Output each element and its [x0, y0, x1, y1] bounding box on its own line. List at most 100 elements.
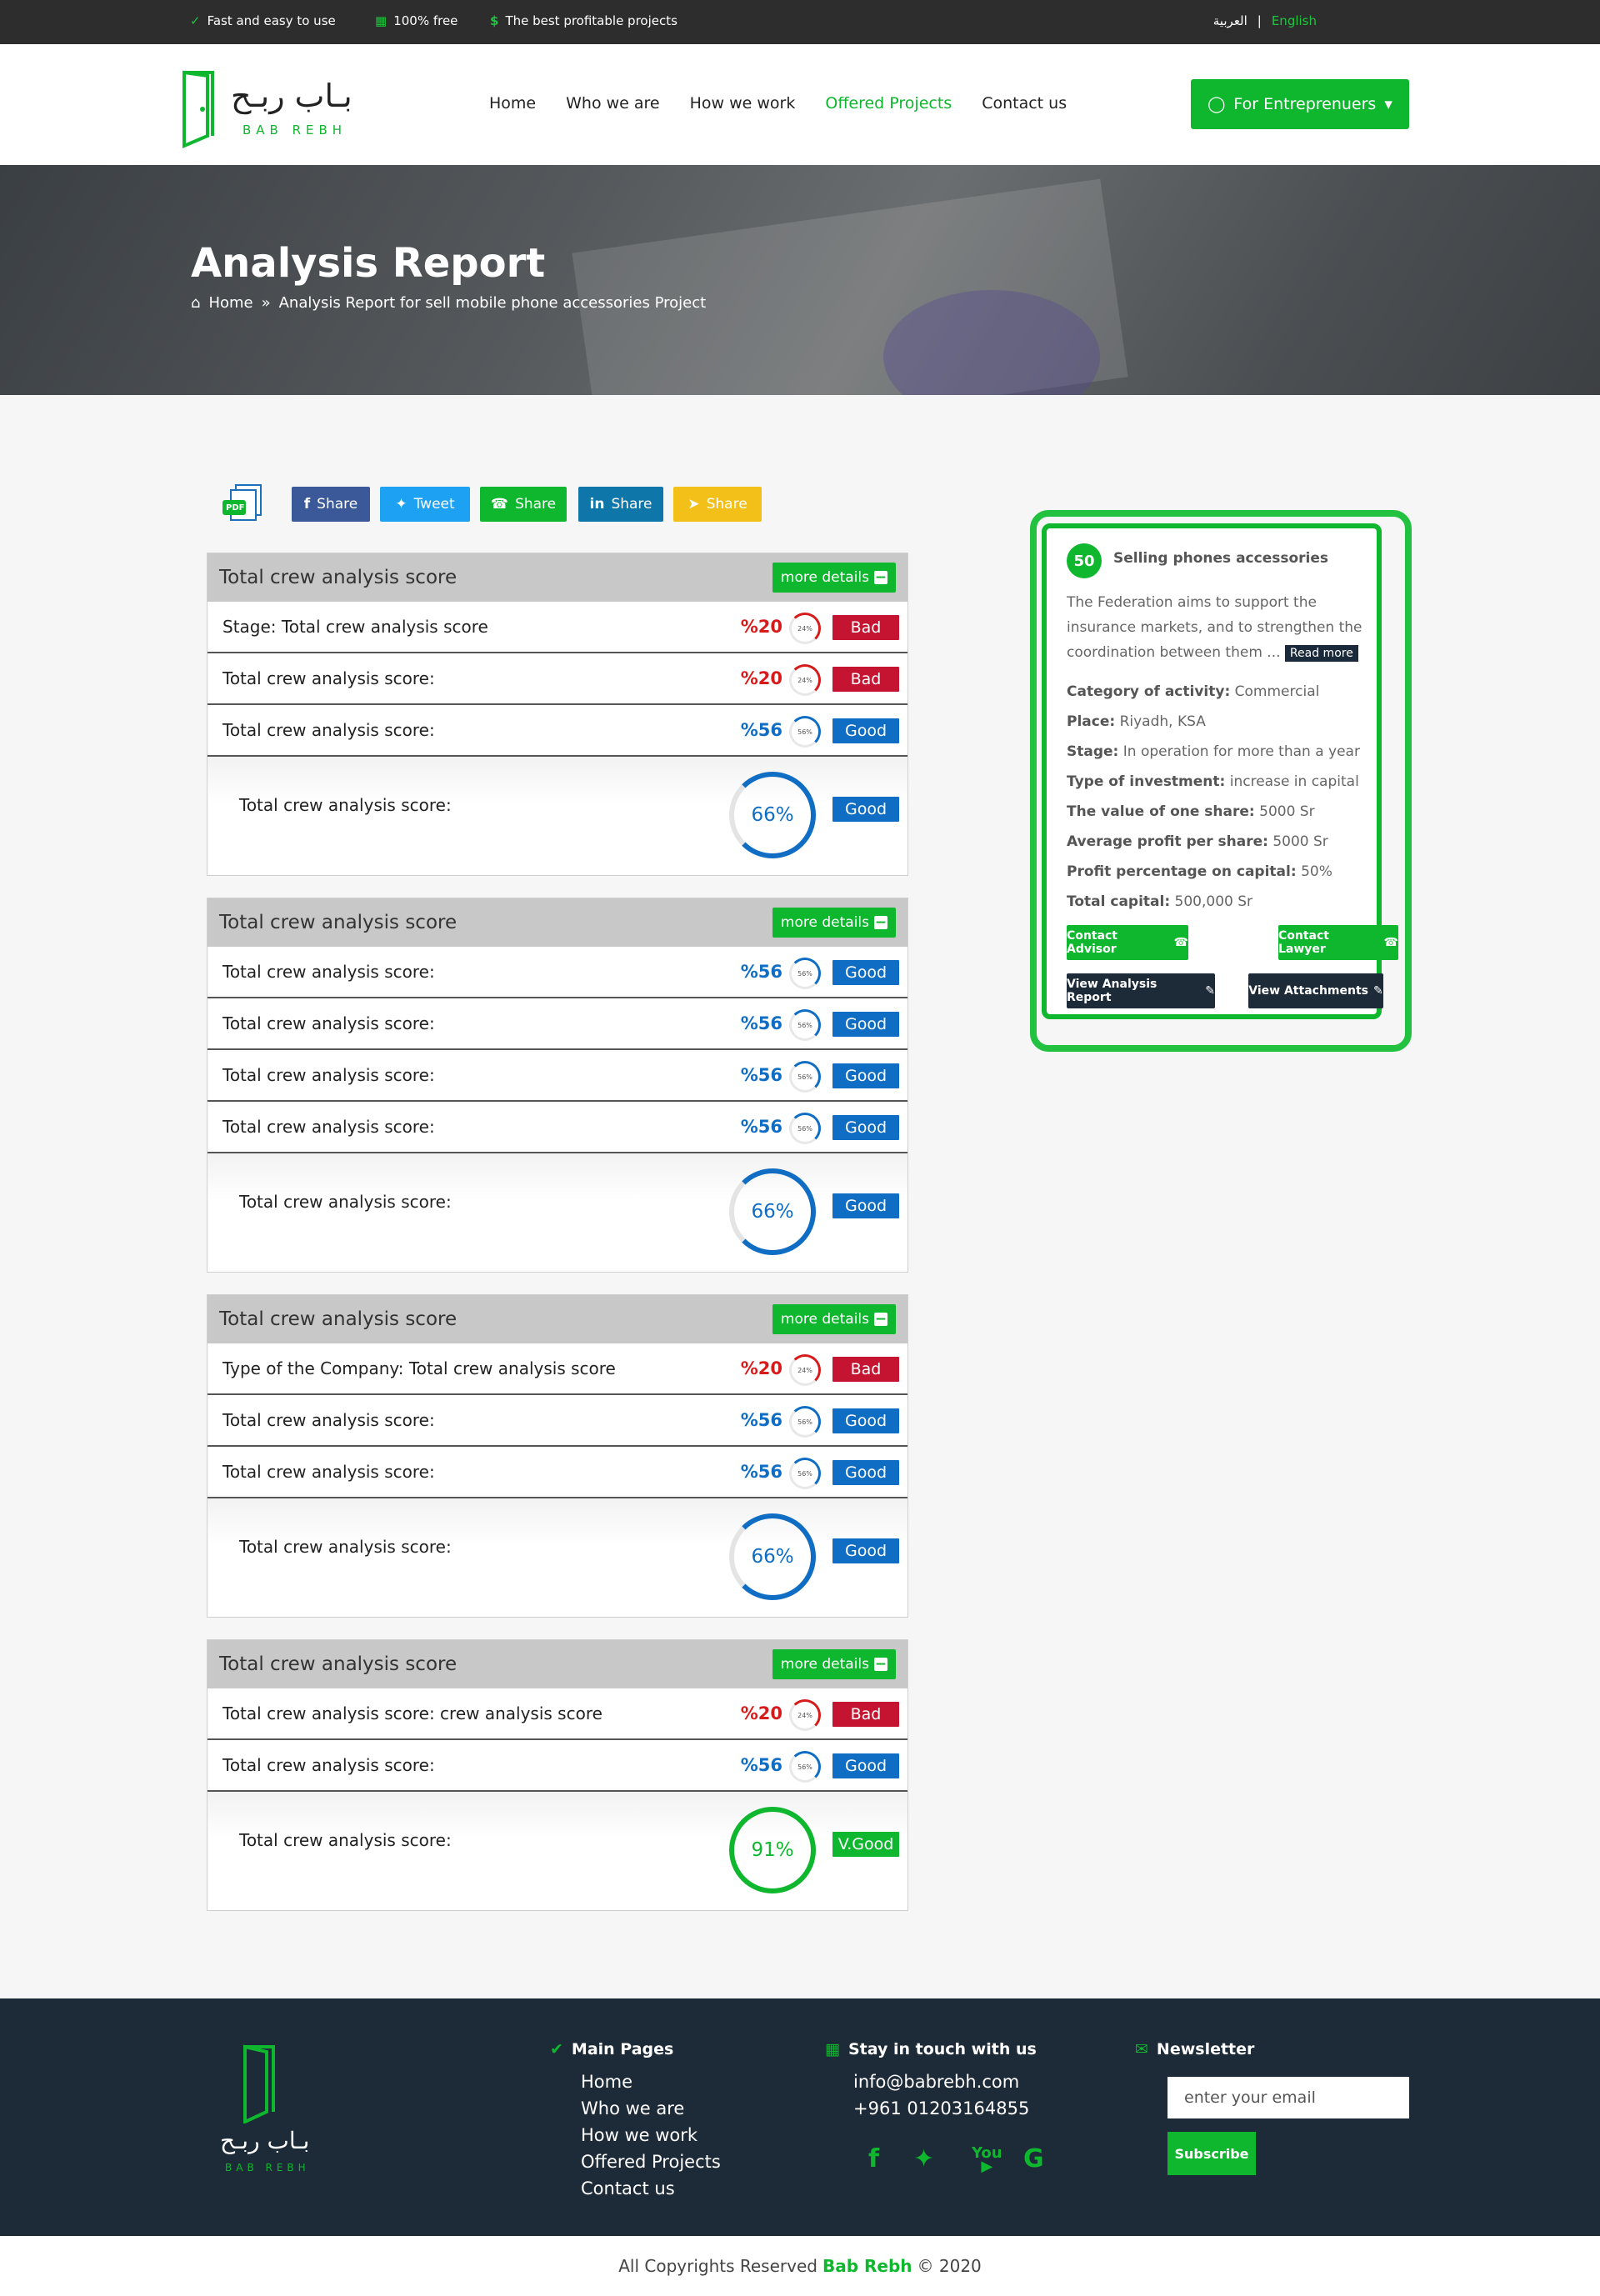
newsletter-email-input[interactable]: enter your email	[1168, 2077, 1409, 2118]
more-details-button[interactable]: more details −	[772, 563, 896, 593]
score-percent: %20	[740, 1358, 782, 1378]
nav-contact-us[interactable]: Contact us	[982, 94, 1067, 113]
feature-text: 100% free	[393, 13, 458, 28]
share-label: Tweet	[413, 496, 455, 513]
card-body: 50 Selling phones accessories The Federa…	[1042, 523, 1398, 1019]
twitter-share-button[interactable]: ✦ Tweet	[380, 487, 470, 522]
score-percent: %56	[740, 1117, 782, 1137]
site-footer: بـاب ربـح BAB REBH ✔ Main Pages Home Who…	[0, 1998, 1600, 2236]
twitter-icon[interactable]: ✦	[913, 2144, 934, 2173]
more-details-button[interactable]: more details −	[772, 1304, 896, 1334]
footer-email[interactable]: info@babrebh.com	[853, 2068, 1029, 2095]
score-percent: %20	[740, 617, 782, 637]
score-label: Total crew analysis score:	[222, 1065, 435, 1085]
score-label: Total crew analysis score: crew analysis…	[222, 1703, 602, 1723]
feature-free: ▦ 100% free	[375, 13, 458, 28]
copyright-text: All Copyrights Reserved	[618, 2256, 818, 2276]
footer-logo[interactable]: بـاب ربـح BAB REBH	[218, 2040, 310, 2173]
entrepreneurs-dropdown-button[interactable]: ◯ For Entreprenuers ▾	[1191, 79, 1409, 129]
panel-header: Total crew analysis score more details −	[208, 1640, 908, 1688]
nav-who-we-are[interactable]: Who we are	[566, 94, 660, 113]
newsletter-title: Newsletter	[1156, 2040, 1255, 2058]
footer-link-offered-projects[interactable]: Offered Projects	[581, 2148, 721, 2175]
telegram-share-button[interactable]: ➤ Share	[673, 487, 762, 522]
whatsapp-share-button[interactable]: ☎ Share	[480, 487, 567, 522]
score-row: Stage: Total crew analysis score %20 24%…	[208, 602, 908, 653]
copyright-brand-link[interactable]: Bab Rebh	[822, 2256, 912, 2276]
score-row: Total crew analysis score: %20 24% Bad	[208, 653, 908, 705]
score-label: Total crew analysis score:	[222, 668, 435, 688]
panel-header: Total crew analysis score more details −	[208, 553, 908, 602]
lang-arabic-link[interactable]: العربية	[1213, 13, 1248, 28]
feature-profitable: $ The best profitable projects	[490, 13, 678, 28]
lang-english-link[interactable]: English	[1272, 13, 1317, 28]
analysis-panel: Total crew analysis score more details −…	[207, 1639, 908, 1911]
contact-advisor-button[interactable]: Contact Advisor ☎	[1067, 925, 1188, 960]
nav-how-we-work[interactable]: How we work	[690, 94, 796, 113]
subscribe-button[interactable]: Subscribe	[1168, 2132, 1256, 2175]
breadcrumb-current: Analysis Report for sell mobile phone ac…	[278, 294, 707, 312]
contact-lawyer-button[interactable]: Contact Lawyer ☎	[1278, 925, 1398, 960]
top-bar: ✓ Fast and easy to use ▦ 100% free $ The…	[0, 0, 1600, 44]
score-label: Total crew analysis score:	[222, 1117, 435, 1137]
google-icon[interactable]: G	[1023, 2144, 1044, 2173]
entrepreneurs-label: For Entreprenuers	[1233, 95, 1377, 113]
read-more-button[interactable]: Read more	[1284, 645, 1358, 662]
score-row: Total crew analysis score: %56 56% Good	[208, 1447, 908, 1498]
breadcrumb: ⌂ Home » Analysis Report for sell mobile…	[191, 294, 706, 312]
footer-link-who-we-are[interactable]: Who we are	[581, 2095, 721, 2122]
panel-title: Total crew analysis score	[219, 1653, 458, 1675]
nav-offered-projects[interactable]: Offered Projects	[825, 94, 952, 113]
panel-header: Total crew analysis score more details −	[208, 1295, 908, 1343]
score-progress-ring: 24%	[789, 1354, 821, 1386]
status-badge: Good	[832, 960, 899, 985]
score-percent: %56	[740, 1462, 782, 1482]
view-attachments-button[interactable]: View Attachments ✎	[1248, 973, 1383, 1008]
summary-progress-circle: 66%	[729, 1168, 816, 1255]
linkedin-share-button[interactable]: in Share	[578, 487, 663, 522]
more-details-label: more details	[780, 914, 869, 931]
minus-square-icon: −	[874, 914, 888, 931]
view-analysis-report-button[interactable]: View Analysis Report ✎	[1067, 973, 1215, 1008]
pdf-download-button[interactable]: PDF	[221, 483, 269, 525]
project-description: The Federation aims to support the insur…	[1067, 590, 1383, 666]
field-total-capital: Total capital: 500,000 Sr	[1067, 893, 1253, 910]
site-logo[interactable]: بـاب ربـح BAB REBH	[179, 59, 358, 149]
facebook-icon[interactable]: f	[868, 2144, 879, 2173]
footer-phone[interactable]: +961 01203164855	[853, 2095, 1029, 2122]
score-progress-ring: 56%	[789, 1009, 821, 1041]
whatsapp-icon: ☎	[1173, 936, 1188, 949]
score-row: Total crew analysis score: %56 56% Good	[208, 998, 908, 1050]
more-details-label: more details	[780, 569, 869, 586]
footer-link-home[interactable]: Home	[581, 2068, 721, 2095]
score-percent: %56	[740, 720, 782, 740]
youtube-icon[interactable]: You ▶	[972, 2146, 1002, 2174]
status-badge: Good	[832, 1012, 899, 1037]
footer-logo-english: BAB REBH	[225, 2162, 310, 2173]
score-progress-ring: 24%	[789, 613, 821, 644]
panel-title: Total crew analysis score	[219, 1308, 458, 1330]
project-title[interactable]: Selling phones accessories	[1113, 550, 1328, 567]
score-row: Total crew analysis score: %56 56% Good	[208, 947, 908, 998]
contact-list: info@babrebh.com +961 01203164855	[853, 2068, 1029, 2122]
more-details-button[interactable]: more details −	[772, 1649, 896, 1679]
summary-label: Total crew analysis score:	[239, 795, 452, 815]
score-progress-ring: 56%	[789, 958, 821, 989]
check-circle-icon: ✔	[550, 2040, 563, 2058]
nav-home[interactable]: Home	[489, 94, 536, 113]
score-percent: %20	[740, 668, 782, 688]
footer-link-contact-us[interactable]: Contact us	[581, 2175, 721, 2202]
page-hero: Analysis Report ⌂ Home » Analysis Report…	[0, 165, 1600, 395]
summary-status-badge: Good	[832, 797, 899, 822]
facebook-share-button[interactable]: f Share	[292, 487, 370, 522]
summary-row: Total crew analysis score: 66% Good	[208, 1153, 908, 1272]
footer-link-how-we-work[interactable]: How we work	[581, 2122, 721, 2148]
summary-label: Total crew analysis score:	[239, 1830, 452, 1850]
main-pages-list: Home Who we are How we work Offered Proj…	[581, 2068, 721, 2202]
minus-square-icon: −	[874, 1311, 888, 1328]
more-details-button[interactable]: more details −	[772, 908, 896, 938]
score-label: Stage: Total crew analysis score	[222, 617, 488, 637]
feature-text: The best profitable projects	[505, 13, 678, 28]
attachment-icon: ✎	[1205, 984, 1215, 998]
breadcrumb-home-link[interactable]: Home	[208, 294, 252, 312]
